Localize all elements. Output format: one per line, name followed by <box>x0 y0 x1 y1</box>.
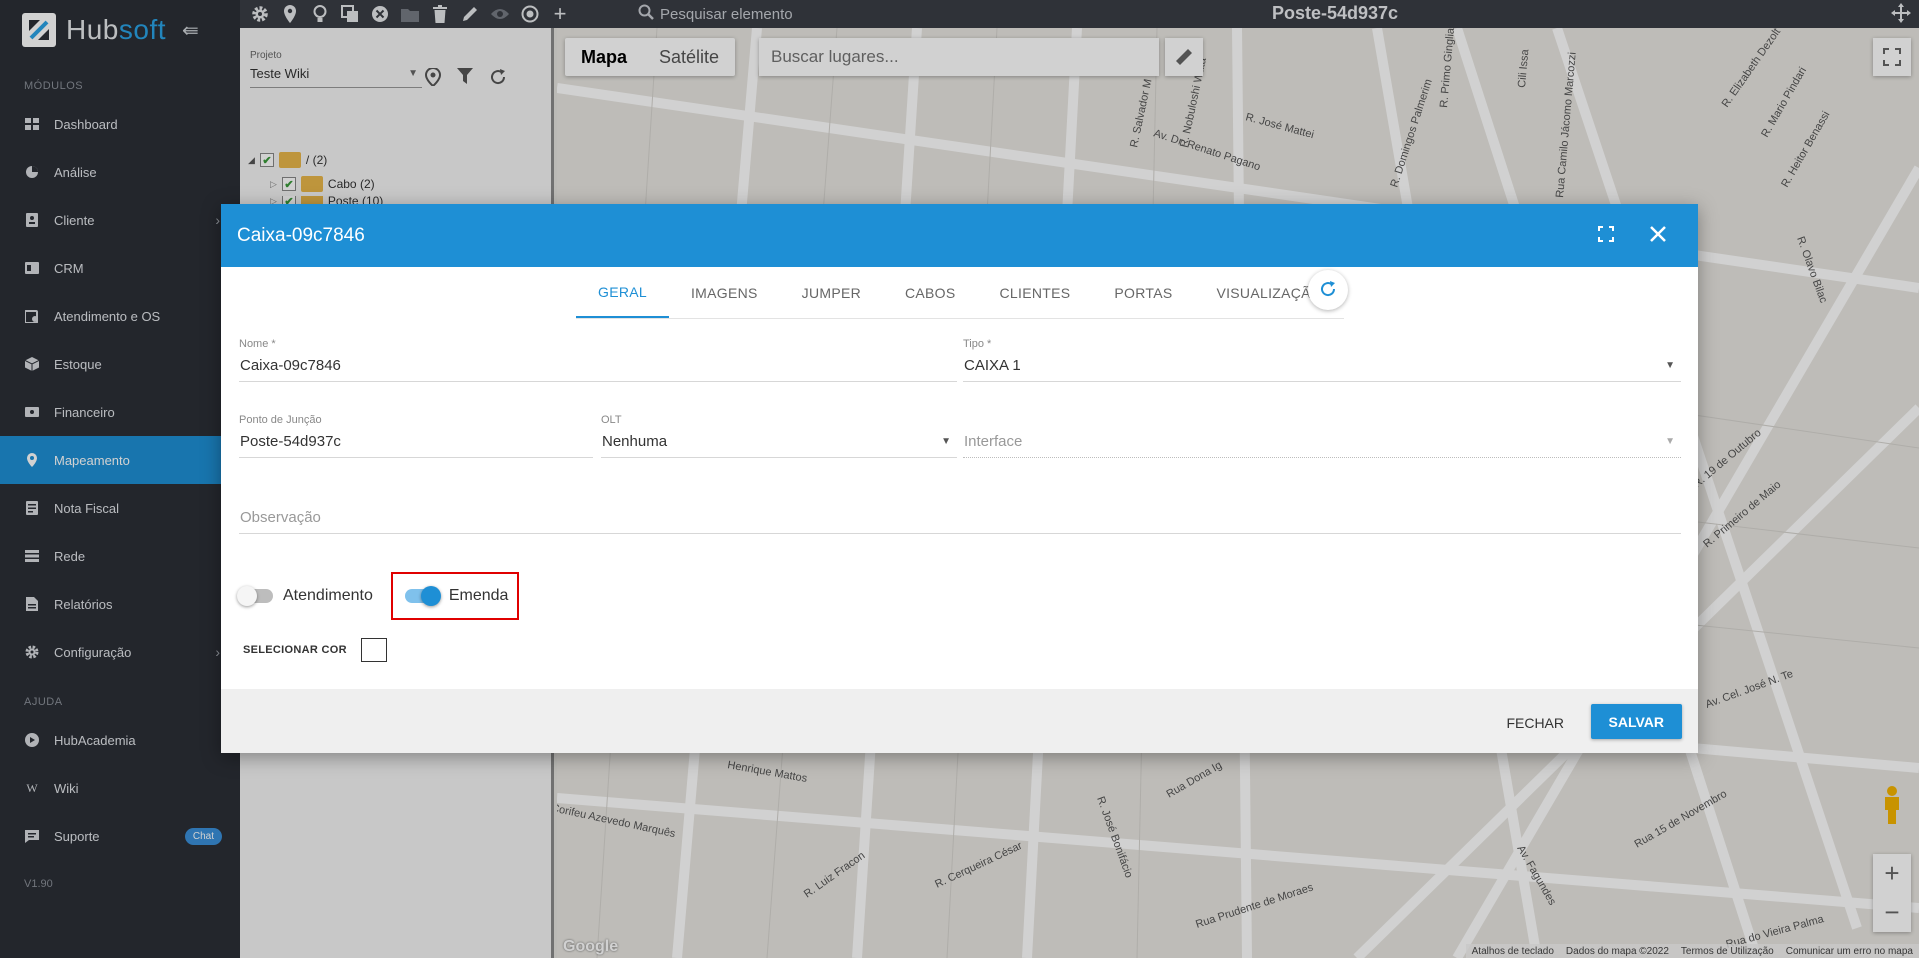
olt-field: OLT Nenhuma ▼ <box>601 414 957 458</box>
ponto-juncao-input[interactable]: Poste-54d937c <box>239 428 593 458</box>
tab-portas[interactable]: PORTAS <box>1092 268 1194 318</box>
atendimento-switch[interactable] <box>237 586 273 606</box>
color-row: SELECIONAR COR <box>243 638 387 662</box>
tipo-select[interactable]: CAIXA 1 ▼ <box>963 352 1681 382</box>
nome-label: Nome * <box>239 338 276 350</box>
close-button[interactable]: FECHAR <box>1492 706 1578 740</box>
tipo-label: Tipo * <box>963 338 992 350</box>
color-swatch[interactable] <box>360 638 387 662</box>
atendimento-toggle[interactable]: Atendimento <box>237 586 373 606</box>
refresh-icon <box>1319 280 1337 301</box>
modal-footer: FECHAR SALVAR <box>221 689 1698 753</box>
caret-down-icon: ▼ <box>1665 360 1675 371</box>
tipo-select-value: CAIXA 1 <box>964 357 1021 374</box>
observacao-input[interactable]: Observação <box>239 504 1681 534</box>
modal-header: Caixa-09c7846 <box>221 204 1698 267</box>
olt-select[interactable]: Nenhuma ▼ <box>601 428 957 458</box>
emenda-highlight: Emenda <box>390 572 519 620</box>
close-icon[interactable] <box>1648 224 1668 247</box>
tab-jumper[interactable]: JUMPER <box>780 268 883 318</box>
modal-title: Caixa-09c7846 <box>237 224 365 246</box>
caret-down-icon: ▼ <box>941 436 951 447</box>
atendimento-label: Atendimento <box>283 587 373 604</box>
ponto-juncao-field: Ponto de Junção Poste-54d937c <box>239 414 593 458</box>
observacao-field: Observação <box>239 490 1681 534</box>
save-button[interactable]: SALVAR <box>1590 704 1682 739</box>
select-color-label: SELECIONAR COR <box>243 644 347 656</box>
caret-down-icon: ▼ <box>1665 436 1675 447</box>
tab-geral[interactable]: GERAL <box>576 268 669 318</box>
tab-clientes[interactable]: CLIENTES <box>978 268 1093 318</box>
ponto-juncao-label: Ponto de Junção <box>239 414 322 426</box>
tab-imagens[interactable]: IMAGENS <box>669 268 780 318</box>
olt-select-value: Nenhuma <box>602 433 668 450</box>
nome-input[interactable]: Caixa-09c7846 <box>239 352 957 382</box>
maximize-icon[interactable] <box>1598 226 1614 245</box>
tipo-field: Tipo * CAIXA 1 ▼ <box>963 338 1681 382</box>
interface-placeholder: Interface <box>964 433 1023 450</box>
toggles-row: Atendimento Emenda <box>237 572 519 620</box>
refresh-button[interactable] <box>1308 270 1348 310</box>
tab-cabos[interactable]: CABOS <box>883 268 978 318</box>
emenda-label: Emenda <box>448 587 509 604</box>
olt-label: OLT <box>601 414 622 426</box>
emenda-switch[interactable] <box>404 586 441 606</box>
interface-field: Interface ▼ <box>963 414 1681 458</box>
interface-select[interactable]: Interface ▼ <box>963 428 1681 458</box>
emenda-toggle[interactable]: Emenda <box>404 586 509 606</box>
nome-field: Nome * Caixa-09c7846 <box>239 338 957 382</box>
caixa-modal: Caixa-09c7846 GERAL IMAGENS JUMPER CABOS… <box>221 204 1698 753</box>
modal-tabs: GERAL IMAGENS JUMPER CABOS CLIENTES PORT… <box>576 268 1344 319</box>
